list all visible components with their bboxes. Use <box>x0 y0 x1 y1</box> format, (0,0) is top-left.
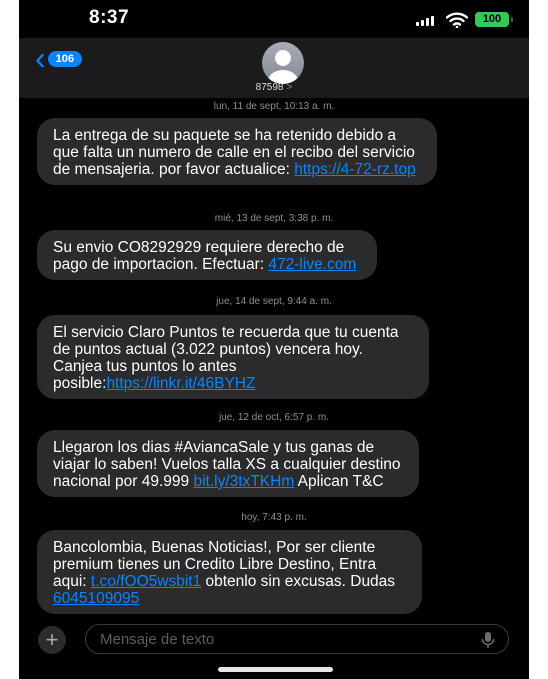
message-bubble[interactable]: Bancolombia, Buenas Noticias!, Por ser c… <box>37 530 422 614</box>
message-bubble[interactable]: La entrega de su paquete se ha retenido … <box>37 118 437 185</box>
status-bar: 8:37 100 <box>19 0 529 40</box>
contact-name: 87598 <box>255 82 284 93</box>
battery-icon: 100 <box>475 12 513 27</box>
timestamp: jue, 14 de sept, 9:44 a. m. <box>216 296 332 307</box>
unread-count-badge: 106 <box>47 51 83 67</box>
message-text: obtenlo sin excusas. Dudas <box>201 573 396 590</box>
timestamp: jue, 12 de oct, 6:57 p. m. <box>218 412 330 423</box>
message-link[interactable]: https://linkr.it/46BYHZ <box>106 375 255 392</box>
message-text: Aplican T&C <box>294 473 384 490</box>
conversation-header: ‹ 106 87598 > <box>19 38 529 98</box>
contact-avatar[interactable] <box>262 42 304 84</box>
message-link[interactable]: bit.ly/3txTKHm <box>193 473 294 490</box>
message-link[interactable]: 472-live.com <box>268 256 356 273</box>
message-bubble[interactable]: El servicio Claro Puntos te recuerda que… <box>37 315 429 399</box>
microphone-icon[interactable] <box>480 631 496 649</box>
message-input-placeholder: Mensaje de texto <box>100 631 215 648</box>
composer-bar: + Mensaje de texto <box>19 620 529 660</box>
chevron-right-icon: > <box>286 82 293 93</box>
message-input[interactable]: Mensaje de texto <box>85 624 509 654</box>
phone-number-link[interactable]: 6045109095 <box>53 590 139 607</box>
person-icon <box>268 50 298 84</box>
message-bubble[interactable]: Su envio CO8292929 requiere derecho de p… <box>37 230 377 280</box>
status-time: 8:37 <box>89 7 130 28</box>
contact-name-row[interactable]: 87598 > <box>19 82 529 93</box>
wifi-icon <box>446 12 468 28</box>
chevron-left-icon: ‹ <box>35 39 46 76</box>
timestamp: hoy, 7:43 p. m. <box>241 512 307 523</box>
timestamp: mié, 13 de sept, 3:38 p. m. <box>214 213 334 224</box>
home-indicator[interactable] <box>218 667 333 672</box>
back-button[interactable]: ‹ 106 <box>35 39 83 76</box>
message-bubble[interactable]: Llegaron los dias #AviancaSale y tus gan… <box>37 430 419 497</box>
messages-screen: 8:37 100 ‹ 106 87598 > lun, 11 de sept, 1… <box>19 0 529 679</box>
message-link[interactable]: https://4-72-rz.top <box>294 161 415 178</box>
message-link[interactable]: t.co/fOO5wsbit1 <box>91 573 201 590</box>
plus-button[interactable]: + <box>38 626 66 654</box>
timestamp: lun, 11 de sept, 10:13 a. m. <box>213 101 335 112</box>
cellular-signal-icon <box>416 16 438 26</box>
